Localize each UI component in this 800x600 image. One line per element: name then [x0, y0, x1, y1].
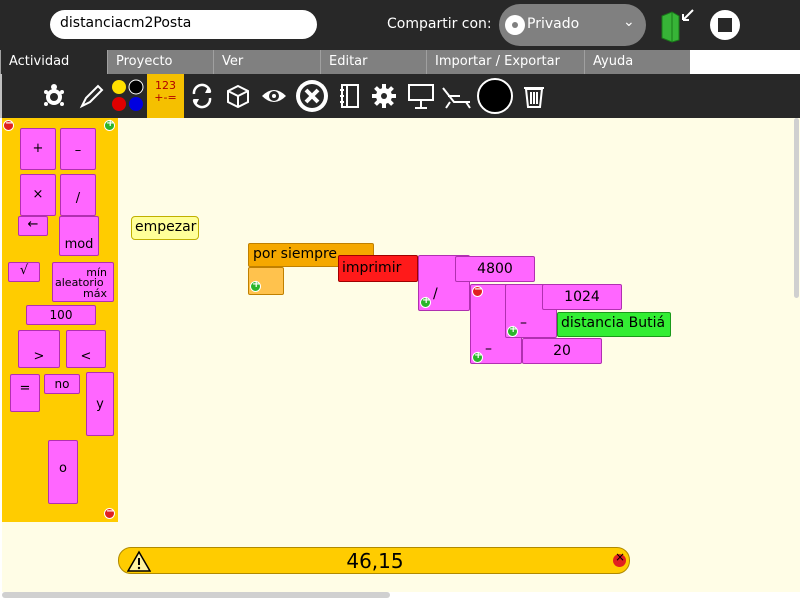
activity-toolbar: distanciacm2Posta Compartir con: Privado… [0, 0, 800, 50]
stop-icon[interactable] [708, 8, 742, 42]
trash-icon[interactable] [520, 82, 548, 110]
blocks-icon[interactable] [224, 82, 252, 110]
keep-icon[interactable] [657, 6, 697, 44]
random-block[interactable]: mín aleatorio máx [52, 262, 114, 302]
share-combo[interactable]: Privado ⌄ [499, 4, 646, 46]
minus-inner-expand-icon[interactable] [507, 324, 518, 337]
less-block[interactable]: < [66, 330, 106, 368]
greater-block[interactable]: > [18, 330, 60, 368]
palette-toolbar: 123 +-= [0, 74, 800, 118]
sensor-distance-block[interactable]: distancia Butiá [557, 312, 671, 337]
private-icon [505, 15, 525, 35]
numbers-palette: + – × / ← mod √ mín aleatorio máx 100 > … [2, 118, 118, 522]
vertical-scrollbar[interactable] [794, 118, 799, 298]
print-block[interactable]: imprimir [338, 255, 418, 282]
eye-icon[interactable] [260, 82, 288, 110]
tab-actividad[interactable]: Actividad [0, 50, 107, 74]
horizontal-scrollbar[interactable] [2, 592, 390, 598]
number-1024-block[interactable]: 1024 [542, 284, 622, 310]
and-block[interactable]: y [86, 372, 114, 436]
minus-outer-expand-icon[interactable] [472, 350, 483, 363]
or-block[interactable]: o [48, 440, 78, 504]
turtle-icon[interactable] [40, 82, 68, 110]
flow-icon[interactable] [188, 82, 216, 110]
deck-chair-icon[interactable] [440, 82, 474, 110]
status-bar: 46,15 [118, 547, 630, 574]
tab-proyecto[interactable]: Proyecto [107, 50, 213, 74]
share-value: Privado [527, 16, 580, 32]
minus-block[interactable]: – [60, 128, 96, 170]
plus-block[interactable]: + [20, 128, 56, 170]
palette-shrink-icon[interactable] [3, 118, 14, 131]
divide-block[interactable]: / [60, 174, 96, 216]
sqrt-block[interactable]: √ [8, 262, 40, 282]
not-block[interactable]: no [44, 374, 80, 394]
tab-importar-exportar[interactable]: Importar / Exportar [426, 50, 584, 74]
tab-ver[interactable]: Ver [213, 50, 320, 74]
forever-expand-icon[interactable] [250, 279, 261, 292]
palette-expand-icon[interactable] [104, 118, 115, 131]
tab-ayuda[interactable]: Ayuda [584, 50, 690, 74]
start-block[interactable]: empezar [131, 216, 199, 240]
number-20-block[interactable]: 20 [522, 338, 602, 364]
minus-outer-label: – [485, 341, 492, 357]
equal-block[interactable]: = [10, 374, 40, 412]
black-circle-icon[interactable] [476, 77, 514, 115]
activity-title-input[interactable]: distanciacm2Posta [50, 10, 317, 39]
tab-bar: Actividad Proyecto Ver Editar Importar /… [0, 50, 800, 74]
palette-collapse-icon[interactable] [104, 506, 115, 519]
number-block[interactable]: 100 [26, 305, 96, 325]
number-4800-block[interactable]: 4800 [455, 256, 535, 282]
notebook-icon[interactable] [336, 82, 364, 110]
gear-icon[interactable] [370, 82, 398, 110]
random-max-label: máx [83, 287, 107, 300]
minus-outer-collapse-icon[interactable] [472, 284, 483, 297]
divide-op-label: / [433, 286, 438, 302]
status-close-icon[interactable] [613, 550, 626, 567]
pen-icon[interactable] [78, 82, 106, 110]
numbers-palette-button[interactable]: 123 +-= [147, 74, 184, 118]
identity-block[interactable]: ← [18, 216, 48, 236]
share-label: Compartir con: [387, 16, 492, 32]
mod-block[interactable]: mod [59, 216, 99, 256]
forever-slot [248, 267, 284, 295]
status-value: 46,15 [346, 549, 404, 573]
presentation-icon[interactable] [406, 82, 436, 110]
numbers-palette-label-2: +-= [154, 91, 177, 104]
divide-expand-icon[interactable] [420, 295, 431, 308]
stop-turtle-icon[interactable] [294, 78, 330, 114]
chevron-down-icon: ⌄ [623, 14, 635, 30]
multiply-block[interactable]: × [20, 174, 56, 216]
block-canvas[interactable] [2, 118, 800, 592]
colors-icon[interactable] [110, 78, 146, 114]
tab-editar[interactable]: Editar [320, 50, 426, 74]
minus-inner-label: – [520, 315, 527, 331]
